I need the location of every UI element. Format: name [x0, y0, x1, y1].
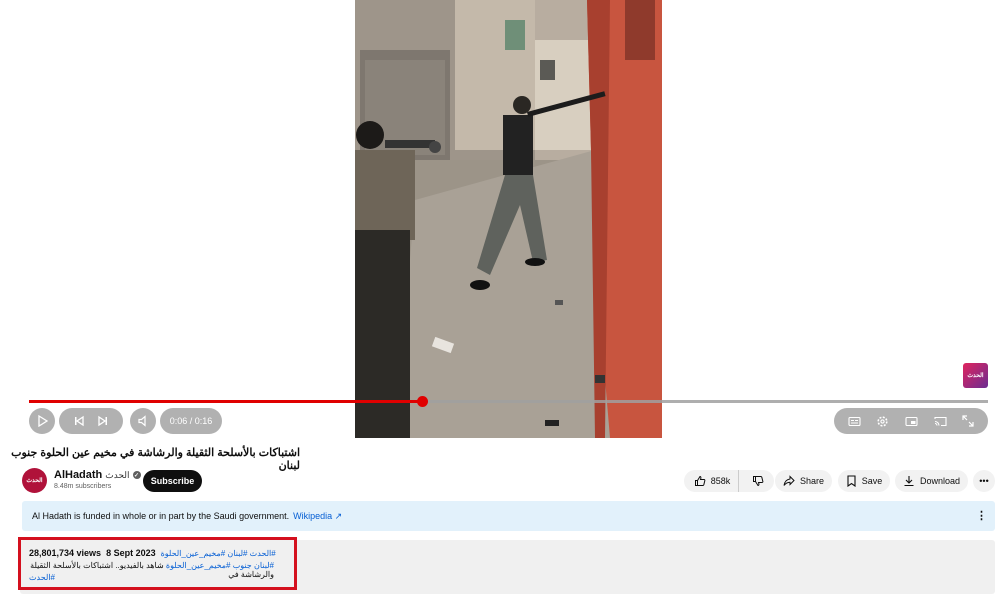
thumbs-down-icon	[753, 476, 764, 487]
verified-icon: ✓	[132, 471, 141, 479]
dislike-button[interactable]	[744, 470, 772, 492]
info-panel-menu-button[interactable]: ⋮	[976, 509, 987, 522]
next-button[interactable]	[97, 415, 109, 427]
more-actions-button[interactable]: •••	[973, 470, 995, 492]
previous-icon	[75, 415, 84, 427]
previous-button[interactable]	[73, 415, 85, 427]
play-button[interactable]	[29, 408, 55, 434]
share-icon	[783, 475, 795, 486]
funding-info-panel: Al Hadath is funded in whole or in part …	[22, 501, 995, 531]
channel-arabic-name: الحدث	[105, 469, 130, 480]
hashtag-ain-al-hilweh[interactable]: #مخيم_عين_الحلوة	[166, 561, 231, 570]
video-frame[interactable]	[355, 0, 662, 438]
video-still-image	[355, 0, 662, 438]
save-label: Save	[861, 476, 883, 486]
miniplayer-button[interactable]	[905, 416, 918, 427]
save-button[interactable]: Save	[838, 470, 890, 492]
upload-date: 8 Sept 2023	[106, 548, 156, 558]
share-label: Share	[799, 476, 825, 486]
progress-bar[interactable]	[29, 396, 988, 407]
description-meta: 28,801,734 views 8 Sept 2023 #الحدث #لبن…	[29, 548, 276, 558]
like-button[interactable]: 858k	[686, 470, 740, 492]
view-count: 28,801,734 views	[29, 548, 102, 558]
progress-bar-played	[29, 400, 423, 403]
miniplayer-icon	[905, 416, 918, 426]
thumbs-up-icon	[694, 475, 706, 486]
subtitles-button[interactable]	[848, 416, 861, 427]
share-button[interactable]: Share	[775, 470, 832, 492]
download-button[interactable]: Download	[895, 470, 968, 492]
volume-icon	[138, 415, 146, 427]
video-player[interactable]: الحدث 0:06 / 0:16	[0, 0, 1000, 438]
subtitles-icon	[848, 416, 861, 426]
settings-button[interactable]	[876, 415, 889, 428]
fullscreen-button[interactable]	[962, 415, 974, 427]
download-label: Download	[919, 476, 961, 486]
time-display: 0:06 / 0:16	[160, 408, 222, 434]
settings-icon	[877, 415, 888, 427]
video-title: اشتباكات بالأسلحة الثقيلة والرشاشة في مخ…	[11, 447, 300, 472]
hashtag-lebanon[interactable]: #لبنان جنوب	[231, 561, 274, 570]
next-icon	[98, 415, 107, 427]
youtube-watch-page: الحدث 0:06 / 0:16 اشتباكات بالأسلحة الثق…	[0, 0, 1000, 594]
channel-avatar[interactable]: الحدث	[22, 468, 47, 493]
cast-button[interactable]	[934, 416, 947, 427]
wikipedia-link[interactable]: Wikipedia ↗	[293, 511, 342, 522]
fullscreen-icon	[962, 415, 974, 427]
like-dislike-group: 858k	[684, 470, 774, 492]
funding-text: Al Hadath is funded in whole or in part …	[32, 511, 290, 521]
subscribe-button[interactable]: Subscribe	[143, 470, 202, 492]
description-text: #لبنان جنوب #مخيم_عين_الحلوة شاهد بالفيد…	[29, 561, 274, 579]
hashtag-alhadath[interactable]: #الحدث	[29, 573, 55, 582]
channel-name-row[interactable]: AlHadath الحدث ✓	[54, 469, 141, 481]
cast-icon	[934, 416, 947, 426]
play-icon	[38, 415, 48, 427]
player-right-controls	[834, 408, 988, 434]
skip-controls	[59, 408, 123, 434]
subscriber-count: 8.48m subscribers	[54, 483, 112, 490]
description-hashtags[interactable]: #الحدث #لبنان #مخيم_عين_الحلوة	[161, 549, 276, 558]
download-icon	[904, 476, 914, 487]
mute-button[interactable]	[130, 408, 156, 434]
bookmark-icon	[847, 475, 856, 487]
channel-name[interactable]: AlHadath	[54, 469, 102, 481]
channel-watermark[interactable]: الحدث	[963, 363, 988, 388]
like-count: 858k	[710, 476, 731, 486]
